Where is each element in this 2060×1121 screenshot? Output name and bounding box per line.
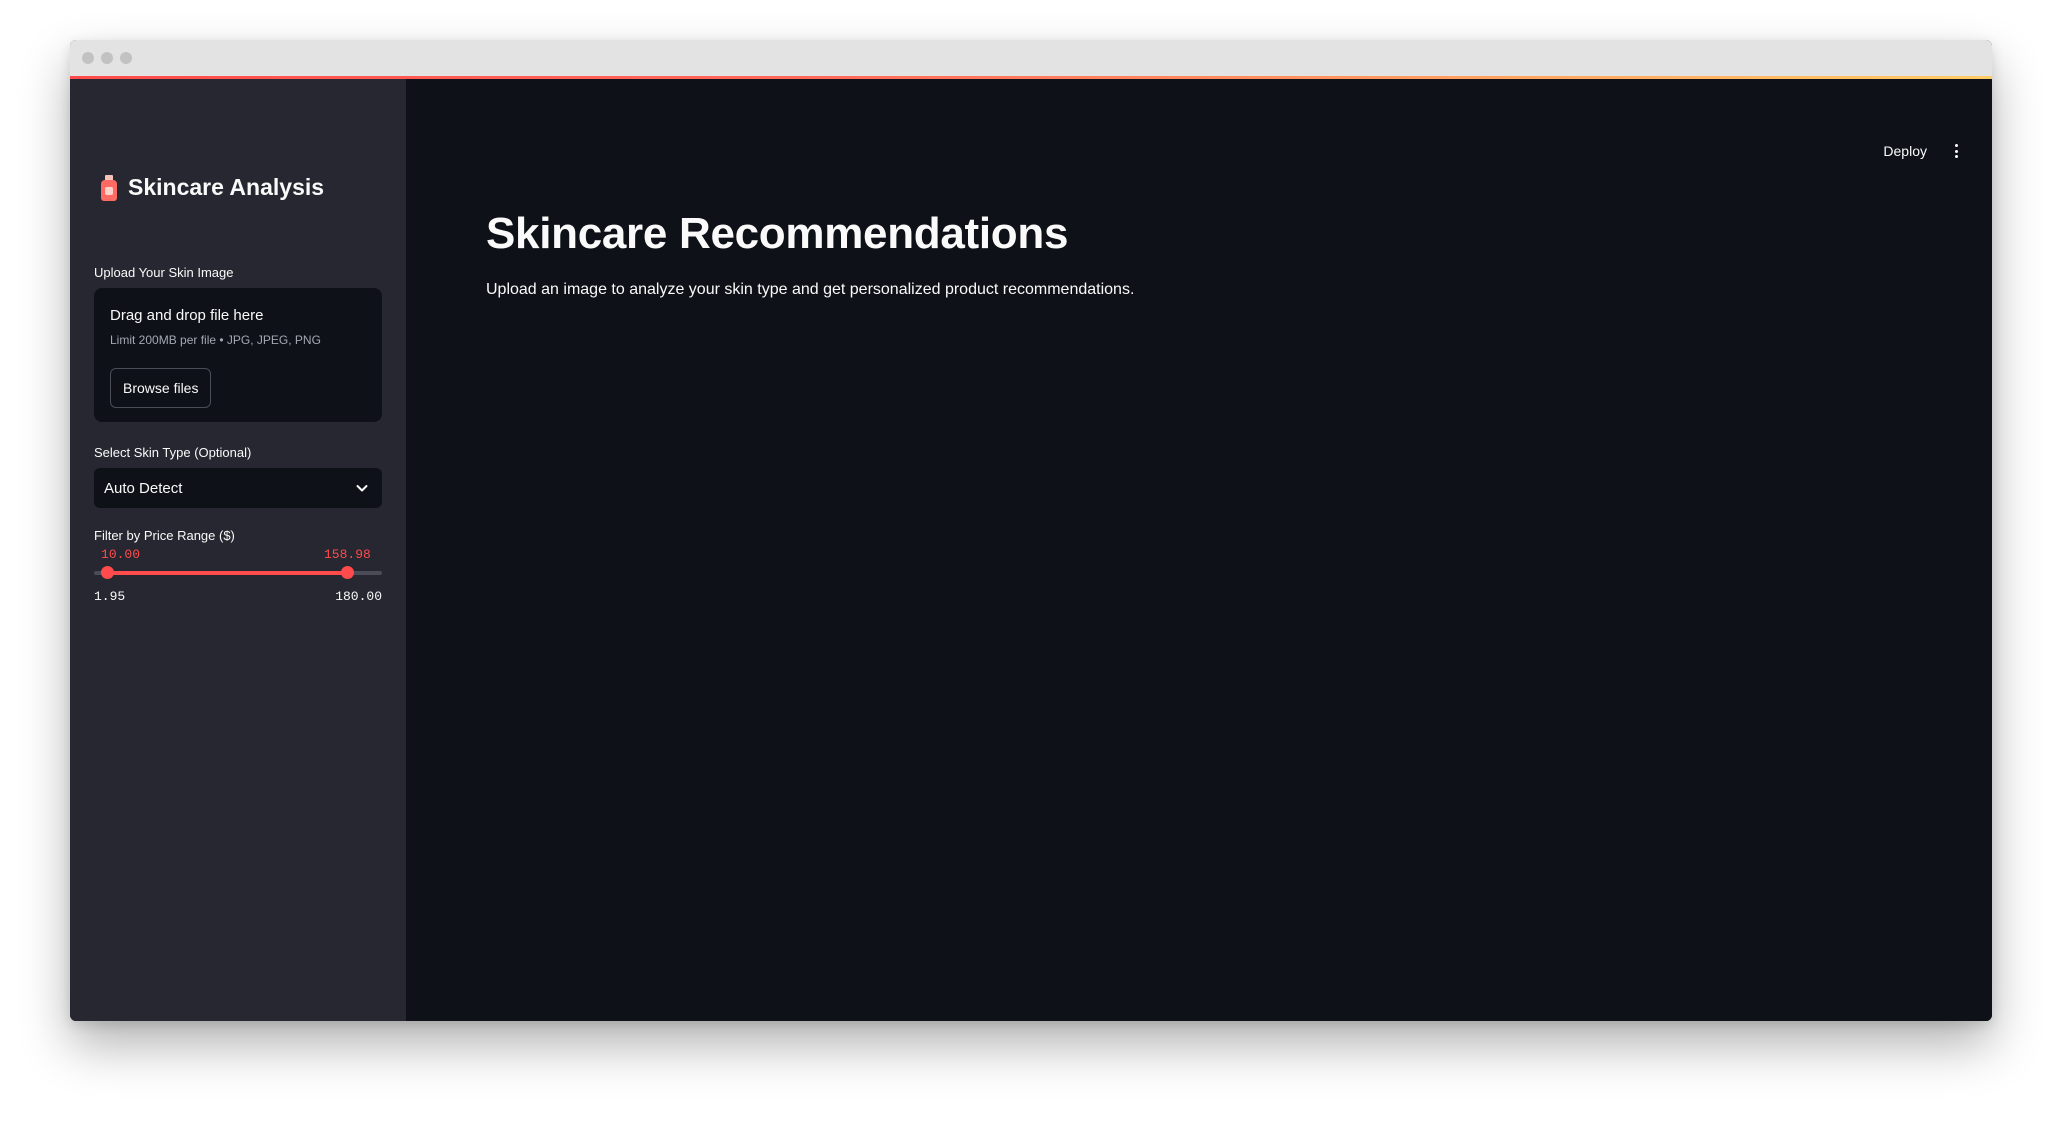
- page-subtitle: Upload an image to analyze your skin typ…: [486, 281, 1135, 298]
- deploy-button[interactable]: Deploy: [1883, 143, 1927, 159]
- price-low-value: 10.00: [101, 547, 141, 562]
- sidebar: Skincare Analysis Upload Your Skin Image…: [70, 79, 406, 1021]
- price-max-bound: 180.00: [335, 589, 382, 604]
- skin-type-label: Select Skin Type (Optional): [94, 445, 252, 460]
- main-content: Deploy Skincare Recommendations Upload a…: [406, 79, 1992, 1021]
- window-minimize-dot[interactable]: [101, 52, 113, 64]
- price-high-value: 158.98: [323, 547, 371, 562]
- page-title: Skincare Recommendations: [486, 209, 1069, 258]
- chevron-down-icon: [356, 485, 368, 492]
- window-close-dot[interactable]: [82, 52, 94, 64]
- price-slider-low-handle[interactable]: [100, 566, 114, 579]
- window-titlebar: [70, 40, 1992, 76]
- lotion-bottle-icon: [100, 174, 118, 201]
- uploader-label: Upload Your Skin Image: [94, 265, 234, 280]
- price-slider-track[interactable]: [94, 571, 382, 575]
- price-range-label: Filter by Price Range ($): [94, 528, 235, 543]
- app-container: Skincare Analysis Upload Your Skin Image…: [70, 79, 1992, 1021]
- sidebar-title: Skincare Analysis: [100, 174, 324, 201]
- price-min-bound: 1.95: [94, 589, 126, 604]
- browser-window: Skincare Analysis Upload Your Skin Image…: [70, 40, 1992, 1021]
- price-slider-fill: [107, 571, 348, 575]
- kebab-menu-icon[interactable]: [1952, 143, 1960, 159]
- skin-type-selected-value: Auto Detect: [104, 479, 183, 497]
- browse-files-button[interactable]: Browse files: [110, 368, 212, 408]
- dropzone-instructions: Drag and drop file here: [110, 307, 264, 324]
- window-maximize-dot[interactable]: [120, 52, 132, 64]
- skin-type-select[interactable]: Auto Detect: [94, 468, 382, 508]
- file-dropzone[interactable]: Drag and drop file here Limit 200MB per …: [94, 288, 382, 422]
- dropzone-limit-text: Limit 200MB per file • JPG, JPEG, PNG: [110, 333, 321, 347]
- price-slider-high-handle[interactable]: [341, 566, 355, 579]
- sidebar-title-text: Skincare Analysis: [128, 174, 325, 200]
